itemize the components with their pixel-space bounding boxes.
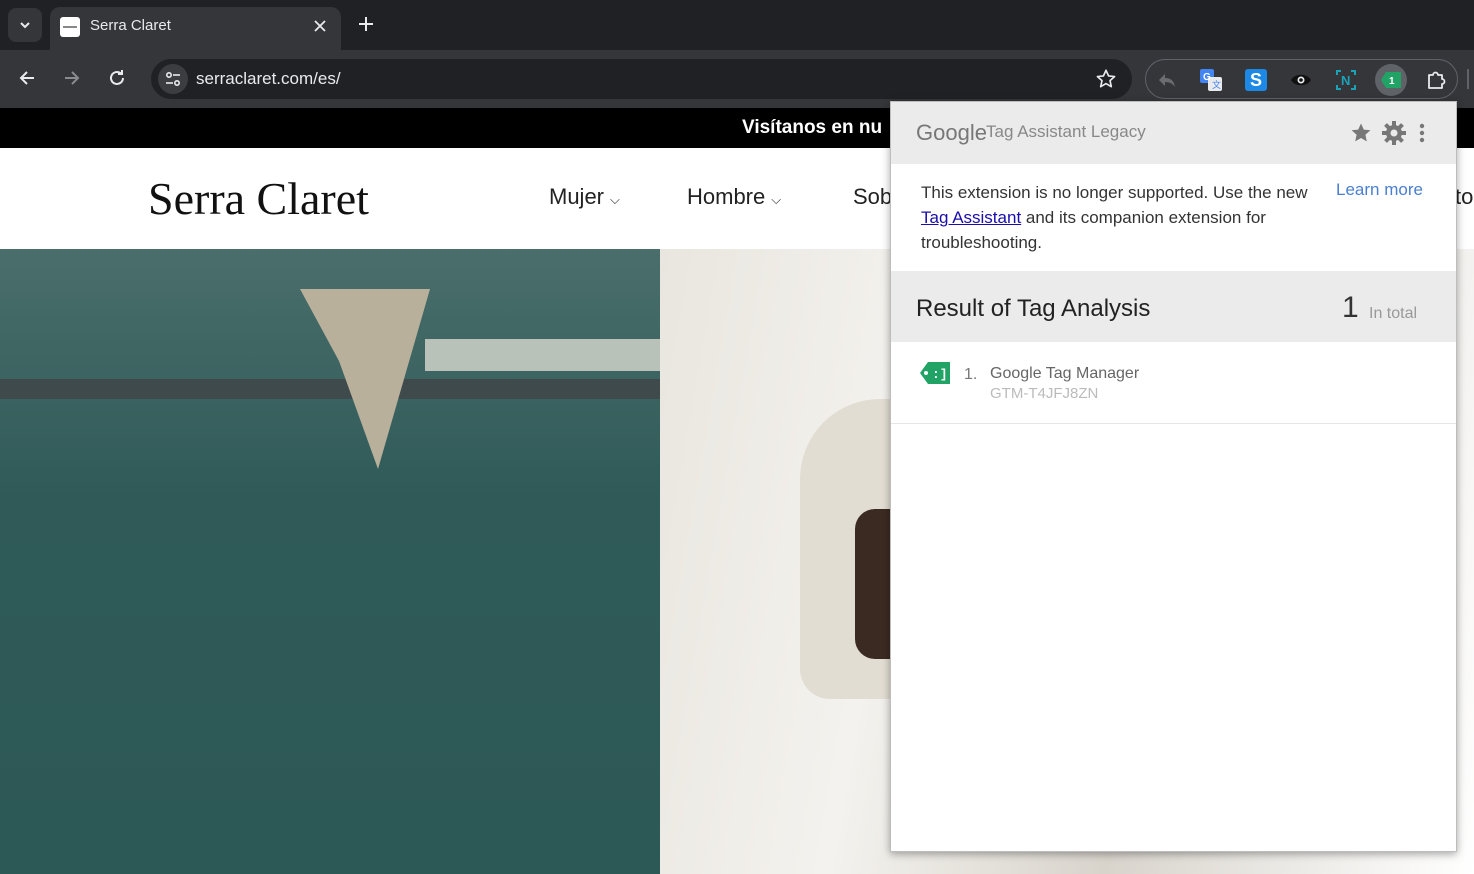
notice-text: This extension is no longer supported. U…	[921, 183, 1308, 252]
favicon-icon	[60, 17, 80, 37]
more-menu-button[interactable]	[1408, 119, 1436, 147]
chevron-down-icon	[20, 22, 30, 29]
reload-icon	[110, 70, 124, 85]
deprecation-notice: This extension is no longer supported. U…	[891, 164, 1456, 271]
reply-icon	[1159, 74, 1175, 87]
favorite-button[interactable]	[1347, 119, 1375, 147]
announcement-text: Visítanos en nu	[742, 117, 883, 138]
settings-button[interactable]	[1380, 119, 1408, 147]
extension-google-translate[interactable]: G文	[1195, 64, 1227, 96]
forward-button[interactable]	[56, 62, 88, 94]
tag-assistant-icon: 1	[1381, 72, 1401, 88]
toolbar-divider	[1467, 69, 1469, 89]
menu-item-mujer[interactable]: Mujer ⌵	[549, 184, 620, 210]
star-icon	[1351, 123, 1371, 142]
star-outline-icon	[1096, 69, 1116, 88]
svg-text:1: 1	[1389, 76, 1395, 87]
menu-item-hombre[interactable]: Hombre ⌵	[687, 184, 781, 210]
eye-icon	[1291, 74, 1311, 86]
extension-tag-assistant[interactable]: 1	[1375, 64, 1407, 96]
arrow-right-icon	[65, 71, 80, 85]
result-count: 1	[1342, 291, 1359, 324]
extensions-group: G文 S N 1	[1145, 59, 1458, 99]
result-header: Result of Tag Analysis 1 In total	[891, 271, 1456, 342]
gear-icon	[1382, 121, 1406, 145]
chevron-down-icon: ⌵	[771, 192, 782, 207]
result-count-label: In total	[1369, 305, 1418, 322]
address-bar[interactable]: serraclaret.com/es/	[151, 59, 1132, 99]
close-icon	[314, 20, 326, 32]
extensions-menu-button[interactable]	[1420, 64, 1452, 96]
back-button[interactable]	[11, 62, 43, 94]
n-extension-icon: N	[1336, 70, 1356, 90]
tag-assistant-link[interactable]: Tag Assistant	[921, 208, 1021, 227]
tag-assistant-popup: Google Tag Assistant Legacy This extensi…	[890, 101, 1457, 852]
menu-label: to	[1455, 184, 1474, 209]
menu-item-sobre[interactable]: Sob	[853, 184, 892, 210]
google-translate-icon: G文	[1200, 69, 1222, 91]
learn-more-link[interactable]: Learn more	[1336, 180, 1423, 200]
popup-header: Google Tag Assistant Legacy	[891, 102, 1456, 164]
tag-icon: :]	[920, 362, 950, 389]
url-text: serraclaret.com/es/	[196, 69, 341, 88]
svg-text:S: S	[1250, 70, 1262, 90]
site-info-button[interactable]	[158, 64, 188, 94]
svg-text::]: :]	[932, 367, 948, 382]
svg-text:G: G	[1203, 72, 1211, 83]
site-logo[interactable]: Serra Claret	[148, 172, 369, 225]
menu-item-tail[interactable]: to	[1455, 184, 1473, 210]
tag-index: 1.	[964, 366, 978, 383]
chevron-down-icon: ⌵	[610, 192, 620, 207]
tab-strip: Serra Claret	[0, 0, 1474, 50]
extension-reply[interactable]	[1151, 64, 1183, 96]
more-vertical-icon	[1419, 123, 1425, 143]
svg-text:文: 文	[1212, 79, 1221, 90]
svg-text:N: N	[1341, 73, 1350, 88]
tag-name: Google Tag Manager	[990, 365, 1140, 382]
s-extension-icon: S	[1245, 69, 1267, 91]
extension-eye[interactable]	[1285, 64, 1317, 96]
tab-serra-claret[interactable]: Serra Claret	[50, 7, 341, 50]
menu-label: Hombre	[687, 184, 766, 209]
google-logo: Google	[916, 120, 987, 145]
plus-icon	[359, 17, 373, 31]
menu-label: Mujer	[549, 184, 605, 209]
extension-s[interactable]: S	[1240, 64, 1272, 96]
tab-title: Serra Claret	[90, 17, 171, 34]
result-title: Result of Tag Analysis	[916, 295, 1151, 322]
new-tab-button[interactable]	[354, 12, 378, 36]
browser-toolbar: serraclaret.com/es/ G文 S N 1	[0, 50, 1474, 108]
tab-close-button[interactable]	[309, 15, 331, 37]
menu-label: Sob	[853, 184, 893, 209]
popup-title: Tag Assistant Legacy	[986, 122, 1146, 141]
tag-row[interactable]: :] 1. Google Tag Manager GTM-T4JFJ8ZN	[891, 342, 1456, 424]
puzzle-icon	[1428, 71, 1446, 89]
arrow-left-icon	[19, 71, 34, 85]
tag-id: GTM-T4JFJ8ZN	[990, 385, 1099, 402]
extension-n[interactable]: N	[1330, 64, 1362, 96]
tab-search-button[interactable]	[8, 8, 42, 42]
tune-icon	[165, 71, 181, 87]
bookmark-button[interactable]	[1094, 67, 1118, 91]
reload-button[interactable]	[101, 62, 133, 94]
